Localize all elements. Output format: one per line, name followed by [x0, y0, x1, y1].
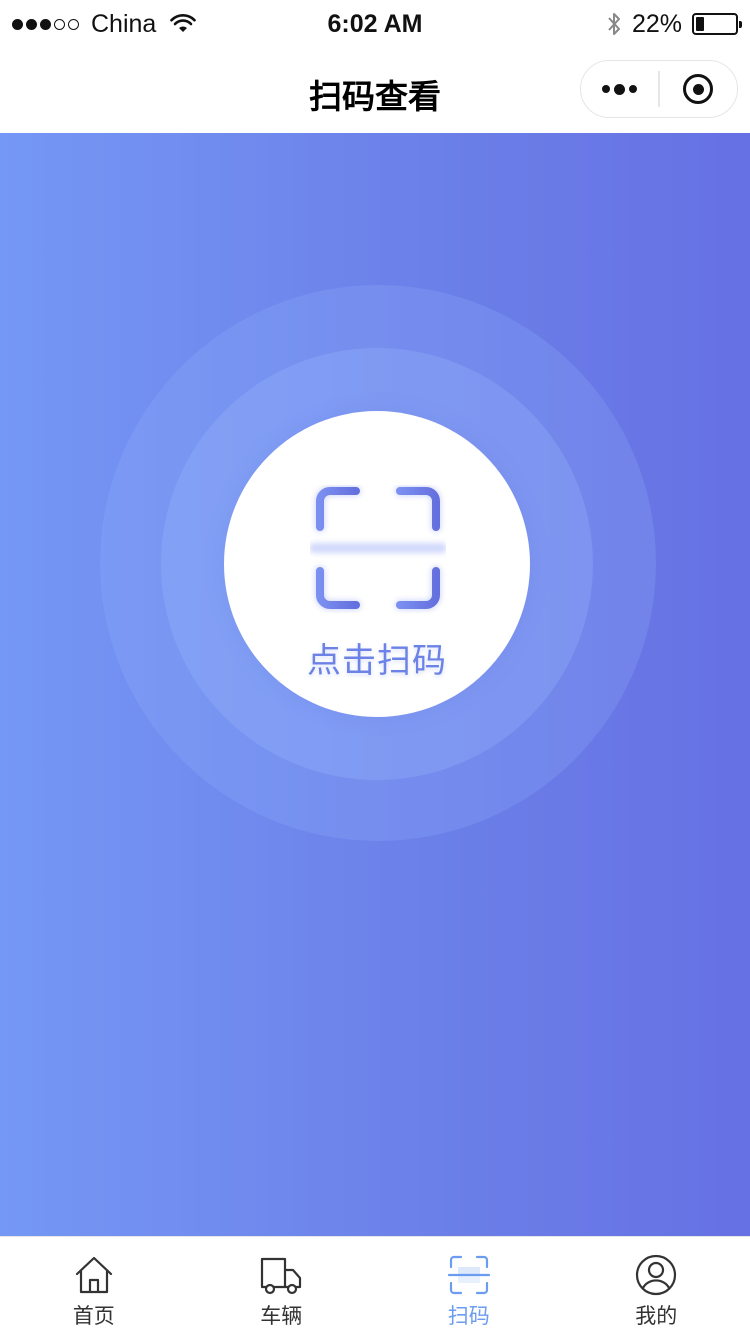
home-icon [75, 1256, 112, 1294]
tab-scan[interactable]: 扫码 [375, 1237, 563, 1334]
nav-bar: 扫码查看 [0, 48, 750, 133]
scan-icon [310, 486, 446, 610]
battery-percent: 22% [631, 9, 682, 38]
tab-label-profile: 我的 [635, 1304, 678, 1328]
signal-strength-icon [12, 18, 79, 30]
tab-label-home: 首页 [72, 1304, 115, 1328]
status-right: 22% [606, 0, 742, 48]
carrier-name: China [91, 9, 157, 38]
status-left: China [12, 10, 272, 39]
wifi-icon [170, 14, 197, 32]
tab-vehicles[interactable]: 车辆 [188, 1237, 376, 1334]
tab-bar: 首页 车辆 扫码 我的 [0, 1236, 750, 1334]
more-dots-icon [602, 83, 638, 95]
close-mini-program-button[interactable] [660, 61, 737, 117]
scan-tab-icon [447, 1255, 490, 1295]
scan-main-area: 点击扫码 [0, 133, 750, 1236]
scan-label: 点击扫码 [307, 641, 447, 681]
scan-button[interactable]: 点击扫码 [224, 411, 530, 717]
battery-level [696, 17, 705, 31]
target-icon [683, 74, 714, 104]
bluetooth-icon [608, 13, 620, 35]
battery-icon [692, 13, 742, 35]
status-bar: China 6:02 AM 22% [0, 0, 750, 48]
mini-program-capsule [580, 60, 738, 118]
user-icon [636, 1254, 677, 1296]
truck-icon [261, 1257, 302, 1295]
tab-label-scan: 扫码 [447, 1304, 490, 1328]
tab-profile[interactable]: 我的 [563, 1237, 750, 1334]
tab-label-vehicles: 车辆 [260, 1304, 303, 1328]
more-button[interactable] [581, 61, 658, 117]
tab-home[interactable]: 首页 [0, 1237, 188, 1334]
